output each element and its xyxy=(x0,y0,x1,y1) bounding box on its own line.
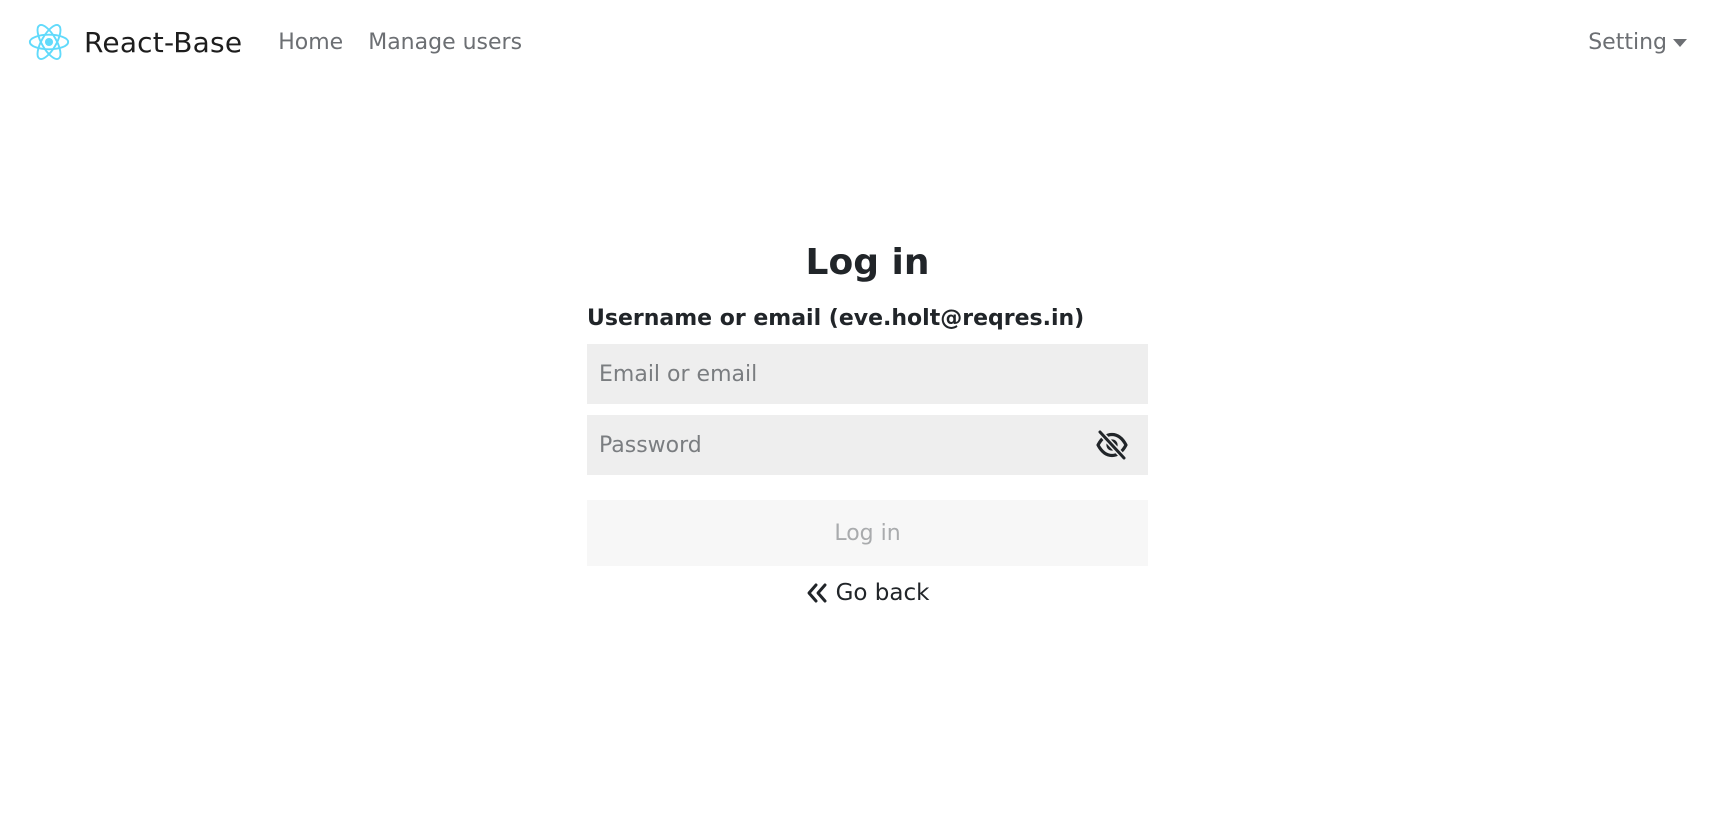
caret-down-icon xyxy=(1673,39,1687,47)
nav-link-home[interactable]: Home xyxy=(278,30,343,55)
double-chevron-left-icon xyxy=(807,583,827,603)
go-back-link[interactable]: Go back xyxy=(587,580,1148,606)
username-label: Username or email (eve.holt@reqres.in) xyxy=(587,306,1085,331)
brand-name: React-Base xyxy=(84,25,243,59)
setting-label: Setting xyxy=(1588,29,1667,55)
nav-link-manage-users[interactable]: Manage users xyxy=(368,30,522,55)
login-button[interactable]: Log in xyxy=(587,500,1148,566)
nav-links: Home Manage users xyxy=(278,30,547,55)
setting-dropdown-toggle[interactable]: Setting xyxy=(1588,30,1691,55)
login-form: Log in Username or email (eve.holt@reqre… xyxy=(587,238,1148,606)
go-back-label: Go back xyxy=(835,580,930,606)
eye-slash-icon[interactable] xyxy=(1096,429,1128,461)
brand-link[interactable]: React-Base xyxy=(26,19,242,65)
react-atom-icon xyxy=(28,24,70,60)
password-field-wrapper xyxy=(587,415,1148,475)
email-field-wrapper xyxy=(587,344,1148,404)
email-input[interactable] xyxy=(587,344,1148,404)
page-title: Log in xyxy=(805,242,930,283)
password-input[interactable] xyxy=(587,415,1148,475)
top-navbar: React-Base Home Manage users Setting xyxy=(0,0,1717,84)
